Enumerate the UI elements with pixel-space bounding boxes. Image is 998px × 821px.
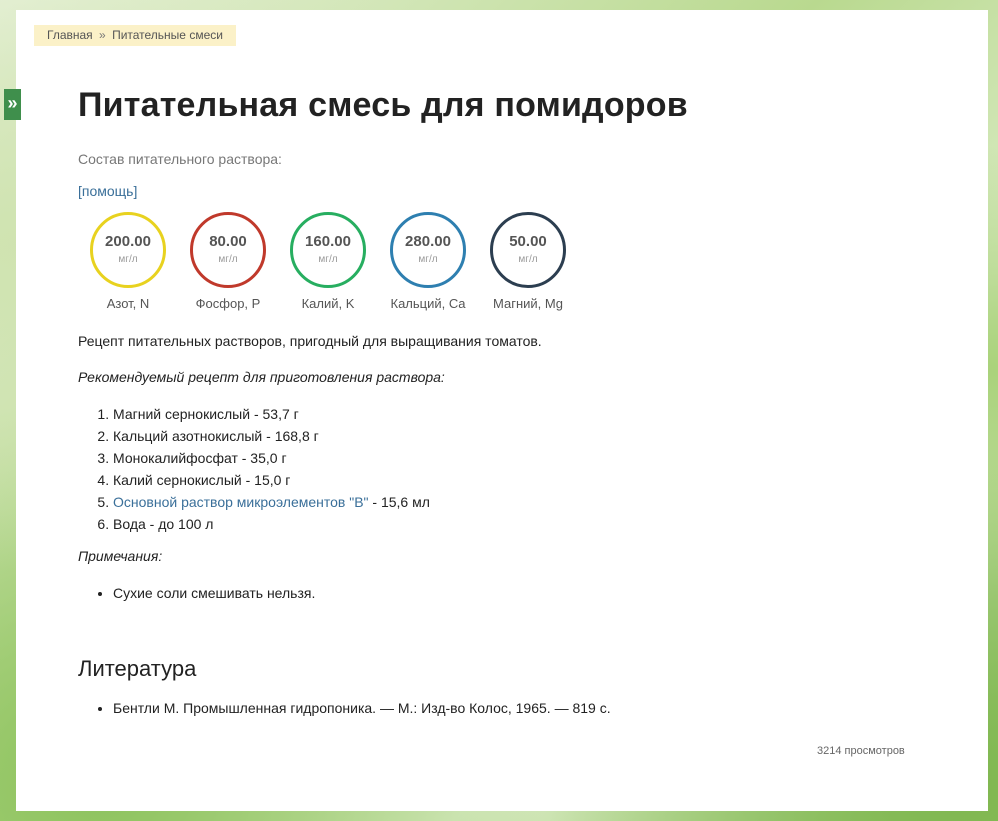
nutrient-unit: мг/л: [418, 254, 438, 265]
page-title: Питательная смесь для помидоров: [78, 86, 688, 124]
breadcrumb-separator: »: [99, 28, 106, 42]
literature-list: Бентли М. Промышленная гидропоника. — М.…: [78, 699, 611, 717]
nutrient-circle: 160.00 мг/л: [290, 212, 366, 288]
nutrient-unit: мг/л: [118, 254, 138, 265]
notes-list: Сухие соли смешивать нельзя.: [78, 584, 315, 602]
nutrient-unit: мг/л: [518, 254, 538, 265]
nutrient-ca: 280.00 мг/л Кальций, Ca: [378, 212, 478, 311]
recipe-item-text: - 15,6 мл: [368, 494, 430, 510]
composition-label: Состав питательного раствора:: [78, 151, 282, 167]
nutrient-value: 280.00: [405, 233, 451, 250]
recipe-item: Кальций азотнокислый - 168,8 г: [113, 425, 430, 447]
recipe-item: Основной раствор микроэлементов "В" - 15…: [113, 491, 430, 513]
recipe-item-text: Калий сернокислый - 15,0 г: [113, 472, 291, 488]
nutrient-value: 200.00: [105, 233, 151, 250]
recipe-description: Рецепт питательных растворов, пригодный …: [78, 333, 542, 349]
nutrient-value: 160.00: [305, 233, 351, 250]
microelements-link[interactable]: Основной раствор микроэлементов "В": [113, 494, 369, 510]
sidebar-toggle-button[interactable]: »: [4, 89, 21, 120]
recipe-list: Магний сернокислый - 53,7 г Кальций азот…: [78, 403, 430, 535]
breadcrumb: Главная » Питательные смеси: [34, 25, 236, 46]
nutrient-value: 50.00: [509, 233, 547, 250]
recipe-item: Монокалийфосфат - 35,0 г: [113, 447, 430, 469]
nutrient-name: Азот, N: [106, 296, 150, 311]
nutrient-name: Фосфор, P: [195, 296, 261, 311]
recipe-item-text: Вода - до 100 л: [113, 516, 214, 532]
nutrient-unit: мг/л: [218, 254, 238, 265]
nutrient-name: Калий, K: [301, 296, 355, 311]
nutrient-name: Магний, Mg: [493, 296, 563, 311]
recipe-item-text: Кальций азотнокислый - 168,8 г: [113, 428, 319, 444]
recipe-item-text: Монокалийфосфат - 35,0 г: [113, 450, 287, 466]
recipe-item: Калий сернокислый - 15,0 г: [113, 469, 430, 491]
nutrient-unit: мг/л: [318, 254, 338, 265]
nutrient-circle: 280.00 мг/л: [390, 212, 466, 288]
nutrient-p: 80.00 мг/л Фосфор, P: [178, 212, 278, 311]
literature-item: Бентли М. Промышленная гидропоника. — М.…: [113, 699, 611, 717]
notes-title: Примечания:: [78, 548, 163, 564]
recipe-item-text: Магний сернокислый - 53,7 г: [113, 406, 299, 422]
help-link[interactable]: [помощь]: [78, 183, 137, 199]
nutrient-name: Кальций, Ca: [390, 296, 466, 311]
nutrient-k: 160.00 мг/л Калий, K: [278, 212, 378, 311]
recipe-item: Магний сернокислый - 53,7 г: [113, 403, 430, 425]
recipe-title: Рекомендуемый рецепт для приготовления р…: [78, 369, 445, 385]
nutrient-value: 80.00: [209, 233, 247, 250]
note-item: Сухие соли смешивать нельзя.: [113, 584, 315, 602]
view-count: 3214 просмотров: [817, 745, 905, 757]
nutrient-n: 200.00 мг/л Азот, N: [78, 212, 178, 311]
literature-heading: Литература: [78, 656, 197, 681]
nutrient-circle: 80.00 мг/л: [190, 212, 266, 288]
nutrient-circle: 50.00 мг/л: [490, 212, 566, 288]
breadcrumb-current-link[interactable]: Питательные смеси: [112, 28, 223, 42]
recipe-item: Вода - до 100 л: [113, 513, 430, 535]
nutrient-circle: 200.00 мг/л: [90, 212, 166, 288]
breadcrumb-home-link[interactable]: Главная: [47, 28, 93, 42]
nutrient-mg: 50.00 мг/л Магний, Mg: [478, 212, 578, 311]
